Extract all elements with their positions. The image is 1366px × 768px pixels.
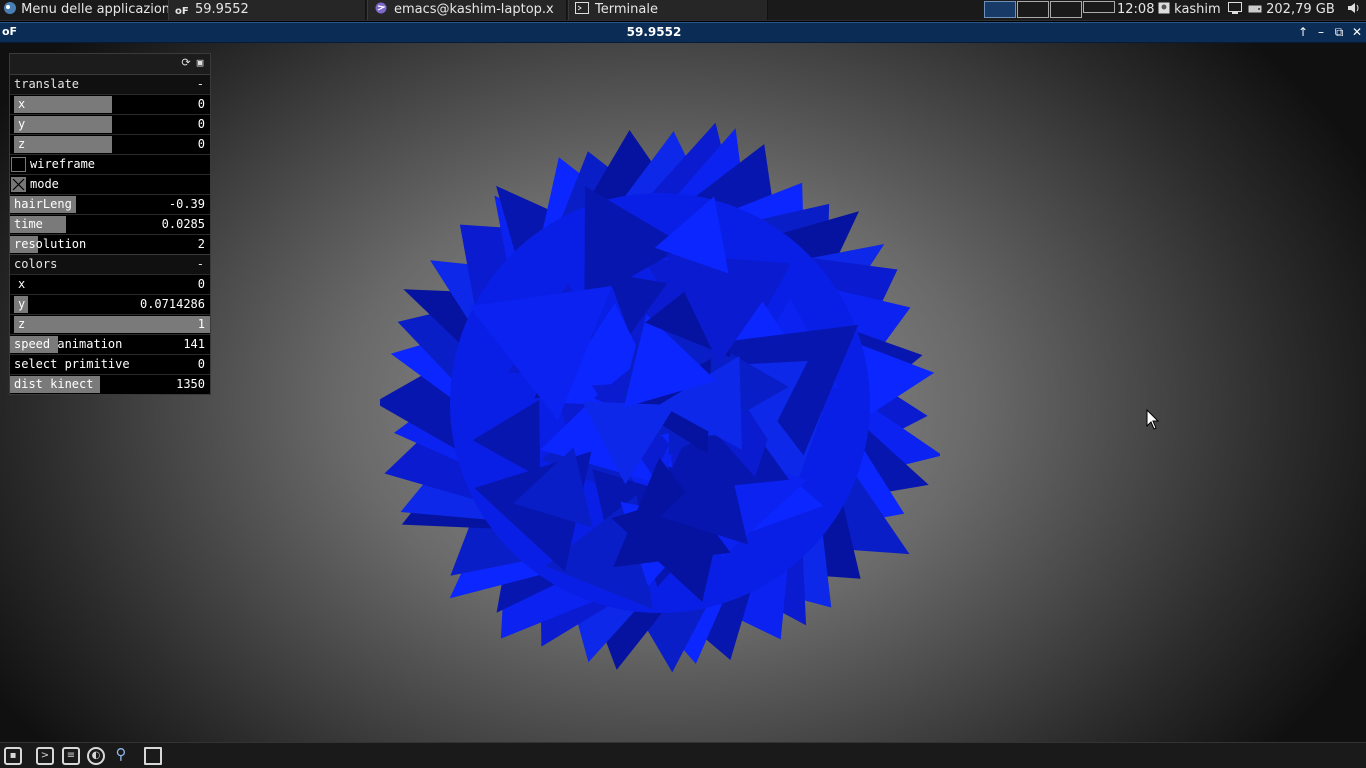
minimize-button[interactable]: – xyxy=(1313,24,1329,41)
user-icon xyxy=(1158,2,1170,14)
mouse-cursor-icon xyxy=(1146,409,1160,430)
slider-value: 0 xyxy=(197,117,205,131)
checkbox[interactable] xyxy=(11,157,26,172)
spiky-sphere xyxy=(380,123,940,673)
slider-label: z xyxy=(18,317,26,331)
folder-icon[interactable] xyxy=(144,747,162,765)
applications-menu-label: Menu delle applicazioni xyxy=(21,2,174,17)
slider-label: x xyxy=(18,277,26,291)
disk-free-label: 202,79 GB xyxy=(1266,2,1335,17)
network-applet[interactable] xyxy=(1228,0,1242,20)
slider-label: y xyxy=(18,117,26,131)
window-titlebar[interactable]: oF 59.9552 ↑ – ⧉ ✕ xyxy=(0,22,1366,43)
xfce-logo-icon xyxy=(4,2,16,14)
workspace-3[interactable] xyxy=(1050,1,1082,18)
reload-icon[interactable]: ⟳ xyxy=(180,57,192,69)
web-browser-icon[interactable]: ◐ xyxy=(87,747,105,765)
slider-value: 0 xyxy=(197,97,205,111)
slider-value: 0.0285 xyxy=(161,217,205,231)
slider-value: 0 xyxy=(197,137,205,151)
slider-translate-z[interactable]: z0 xyxy=(10,134,210,154)
collapse-toggle[interactable]: - xyxy=(197,255,204,274)
top-panel: Menu delle applicazioni oF 59.9552 emacs@… xyxy=(0,0,1366,21)
hard-disk-icon xyxy=(1248,5,1262,13)
toggle-mode[interactable]: mode xyxy=(10,174,210,194)
slider-value: 1 xyxy=(197,317,205,331)
slider-speed-animation[interactable]: speed animation 141 xyxy=(10,334,210,354)
slider-dist-kinect[interactable]: dist kinect 1350 xyxy=(10,374,210,394)
save-icon[interactable]: ▣ xyxy=(194,57,206,69)
slider-value: 0 xyxy=(197,357,205,371)
slider-label: select primitive xyxy=(14,357,130,371)
clock[interactable]: 12:08 xyxy=(1117,0,1154,20)
slider-label: resolution xyxy=(14,237,87,251)
slider-value: 1350 xyxy=(176,377,205,391)
search-icon[interactable]: ⚲ xyxy=(112,747,130,765)
group-title: translate xyxy=(14,77,80,91)
toggle-label: mode xyxy=(30,177,59,191)
user-menu[interactable]: kashim xyxy=(1158,0,1221,20)
slider-value: 2 xyxy=(197,237,205,251)
close-button[interactable]: ✕ xyxy=(1349,24,1365,41)
group-title: colors xyxy=(14,257,58,271)
applications-menu-button[interactable]: Menu delle applicazioni xyxy=(3,0,174,20)
group-translate-header[interactable]: translate - xyxy=(10,74,210,94)
taskbar-item-label: 59.9552 xyxy=(195,2,249,17)
slider-hairleng[interactable]: hairLeng -0.39 xyxy=(10,194,210,214)
slider-colors-x[interactable]: x0 xyxy=(10,274,210,294)
panel-header: ⟳ ▣ xyxy=(10,54,210,74)
slider-label: hairLeng xyxy=(14,197,72,211)
taskbar-item-emacs[interactable]: emacs@kashim-laptop.x xyxy=(367,0,567,20)
disk-usage[interactable]: 202,79 GB xyxy=(1248,0,1335,20)
speaker-icon xyxy=(1348,3,1359,13)
slider-resolution[interactable]: resolution 2 xyxy=(10,234,210,254)
maximize-button[interactable]: ⧉ xyxy=(1331,24,1347,41)
slider-time[interactable]: time 0.0285 xyxy=(10,214,210,234)
slider-value: 0 xyxy=(197,277,205,291)
toggle-label: wireframe xyxy=(30,157,96,171)
file-manager-icon[interactable]: ≡ xyxy=(62,747,80,765)
slider-value: -0.39 xyxy=(168,197,205,211)
taskbar-item-label: emacs@kashim-laptop.x xyxy=(394,2,554,17)
user-name: kashim xyxy=(1174,2,1221,17)
keep-above-button[interactable]: ↑ xyxy=(1295,24,1311,41)
parameter-panel: ⟳ ▣ translate - x0 y0 z0 wireframe mode … xyxy=(9,53,211,395)
emacs-icon xyxy=(375,2,387,14)
slider-value: 141 xyxy=(183,337,205,351)
slider-value: 0.0714286 xyxy=(139,297,205,311)
slider-translate-x[interactable]: x0 xyxy=(10,94,210,114)
window-title: 59.9552 xyxy=(626,25,682,39)
slider-translate-y[interactable]: y0 xyxy=(10,114,210,134)
slider-colors-z[interactable]: z1 xyxy=(10,314,210,334)
volume-button[interactable] xyxy=(1347,0,1361,20)
bottom-panel: ▪ > ≡ ◐ ⚲ xyxy=(0,742,1366,768)
openframeworks-icon: oF xyxy=(175,6,189,17)
collapse-toggle[interactable]: - xyxy=(197,75,204,94)
toggle-wireframe[interactable]: wireframe xyxy=(10,154,210,174)
workspace-1[interactable] xyxy=(984,1,1016,18)
terminal-icon[interactable]: > xyxy=(36,747,54,765)
taskbar-item-label: Terminale xyxy=(595,2,658,17)
network-icon xyxy=(1228,2,1242,14)
checkbox[interactable] xyxy=(11,177,26,192)
slider-label: z xyxy=(18,137,26,151)
taskbar-item-terminal[interactable]: Terminale xyxy=(568,0,768,20)
workspace-4[interactable] xyxy=(1083,1,1115,13)
slider-label: time xyxy=(14,217,43,231)
workspace-2[interactable] xyxy=(1017,1,1049,18)
slider-colors-y[interactable]: y 0.0714286 xyxy=(10,294,210,314)
taskbar-item-openframeworks[interactable]: oF 59.9552 xyxy=(168,0,366,20)
slider-label: x xyxy=(18,97,26,111)
slider-label: dist kinect xyxy=(14,377,94,391)
show-desktop-icon[interactable]: ▪ xyxy=(4,747,22,765)
slider-label: y xyxy=(18,297,26,311)
slider-select-primitive[interactable]: select primitive 0 xyxy=(10,354,210,374)
terminal-icon xyxy=(575,2,589,14)
slider-label: speed animation xyxy=(14,337,123,351)
group-colors-header[interactable]: colors - xyxy=(10,254,210,274)
